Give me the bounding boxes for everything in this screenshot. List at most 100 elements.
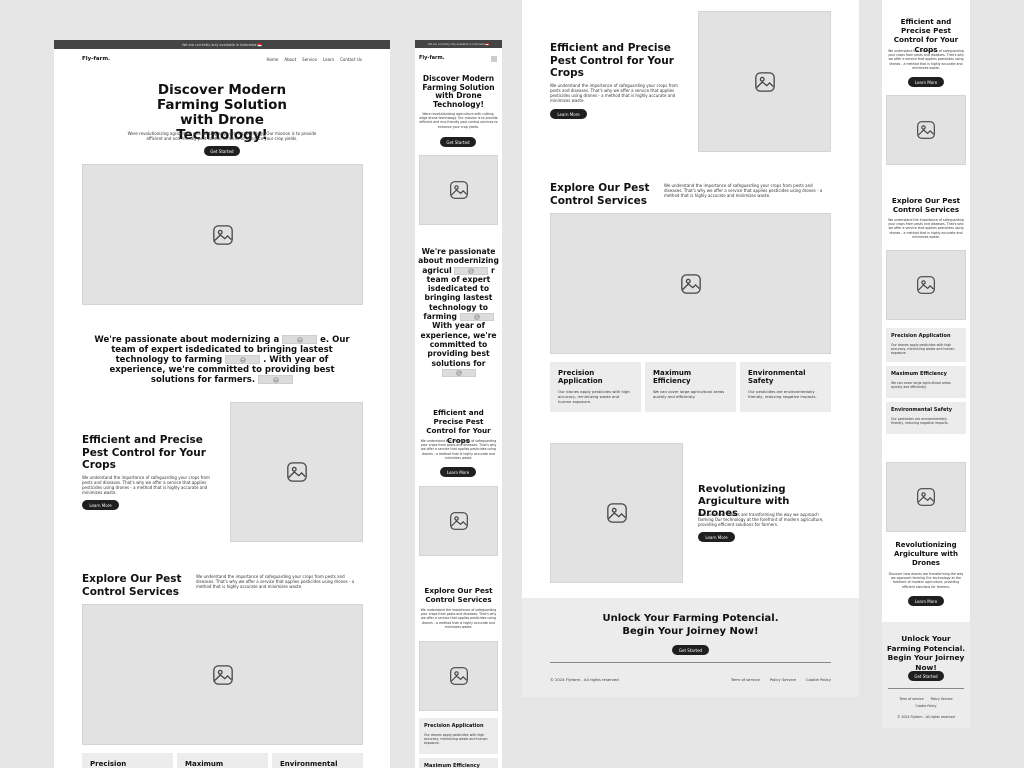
footer-divider	[550, 662, 831, 663]
availability-banner: We are currently only available in Indon…	[54, 40, 390, 49]
explore-text: We understand the importance of safeguar…	[664, 183, 823, 198]
explore-image-placeholder	[550, 213, 831, 354]
explore-image-placeholder	[82, 604, 363, 745]
feature-text: Our drones apply pesticides with high ac…	[891, 343, 955, 356]
feature-text: Our drones apply pesticides with high ac…	[558, 389, 630, 404]
hero-text: Were revolutionizing agriculture with cu…	[127, 131, 317, 141]
nav-home[interactable]: Home	[267, 57, 279, 62]
revolution-title: Revolutionizing Argiculture with Drones	[894, 541, 958, 567]
image-icon	[680, 273, 701, 294]
feature-title: Maximum Efficiency	[891, 371, 947, 377]
explore-text: We understand the importance of safeguar…	[196, 574, 355, 589]
pest-title: Efficient and Precise Pest Control for Y…	[82, 434, 206, 471]
revolution-learn-more-button[interactable]: Learn More	[698, 532, 735, 542]
feature-title: Maximum Efficiency	[424, 763, 480, 768]
nav-learn[interactable]: Learn	[323, 57, 334, 62]
pest-learn-more-button[interactable]: Learn More	[82, 500, 119, 510]
inline-image-chip	[225, 355, 261, 364]
explore-title: Explore Our Pest Control Services	[891, 196, 961, 215]
hero-image-placeholder	[419, 155, 498, 225]
footer-link-cookie[interactable]: Cookie Policy	[806, 677, 831, 682]
pest-text: We understand the importance of safeguar…	[82, 475, 210, 495]
feature-card: Maximum Efficiency	[419, 758, 498, 768]
explore-image-placeholder	[886, 250, 966, 320]
image-icon	[212, 224, 233, 245]
feature-title: Environmental Safety	[748, 369, 806, 385]
pest-image-placeholder	[886, 95, 966, 165]
cta-title: Unlock Your Farming Potencial. Begin You…	[602, 613, 779, 637]
footer-copyright: © 2024 Flyfarm - All rights reserved	[550, 677, 619, 682]
nav-service[interactable]: Service	[302, 57, 317, 62]
explore-title: Explore Our Pest Control Services	[82, 573, 182, 598]
explore-text: We understand the importance of safeguar…	[420, 608, 497, 629]
passion-text-2: a	[273, 335, 280, 345]
feature-card: Precision Application	[82, 753, 173, 768]
feature-title: Maximum Efficiency	[185, 760, 224, 768]
pest-learn-more-button[interactable]: Learn More	[908, 77, 944, 87]
pest-image-placeholder	[230, 402, 363, 542]
feature-text: We can cover large agricultural areas qu…	[653, 389, 725, 399]
explore-title: Explore Our Pest Control Services	[550, 182, 650, 207]
feature-text: Our pesticides are environmentally frien…	[891, 417, 949, 426]
image-icon	[212, 664, 233, 685]
footer-link-terms[interactable]: Term of service	[899, 697, 923, 701]
hamburger-menu-icon[interactable]	[491, 56, 497, 62]
feature-card: Precision Application Our drones apply p…	[419, 718, 498, 754]
pest-learn-more-button[interactable]: Learn More	[440, 467, 476, 477]
image-icon	[754, 71, 775, 92]
cta-section: Unlock Your Farming Potencial. Begin You…	[522, 598, 859, 697]
passion-text-3: With year of experience, we're committed…	[420, 321, 497, 368]
feature-card: Environmental Safety Our pesticides are …	[886, 402, 966, 434]
availability-banner: We are currently only available in Indon…	[415, 40, 502, 48]
footer-link-terms[interactable]: Term of service	[731, 677, 760, 682]
mobile-services-frame: Efficient and Precise Pest Control for Y…	[882, 0, 970, 728]
feature-title: Environmental Safety	[280, 760, 338, 768]
hero-title: Discover Modern Farming Solution with Dr…	[422, 74, 495, 109]
image-icon	[917, 276, 935, 294]
banner-text: We are currently only available in Indon…	[428, 42, 489, 46]
feature-text: Our pesticides are environmentally frien…	[748, 389, 817, 399]
feature-text: We can cover large agricultural areas qu…	[891, 381, 951, 390]
explore-title: Explore Our Pest Control Services	[424, 586, 493, 605]
pest-learn-more-button[interactable]: Learn More	[550, 109, 587, 119]
footer-links: Term of service Policy Service Cookie Po…	[731, 677, 831, 682]
feature-card: Environmental Safety Our pesticides are …	[740, 362, 831, 412]
hero-get-started-button[interactable]: Get Started	[204, 146, 240, 156]
image-icon	[449, 181, 468, 199]
pest-text: We understand the importance of safeguar…	[888, 49, 964, 70]
pest-text: We understand the importance of safeguar…	[550, 83, 678, 103]
desktop-services-frame: Efficient and Precise Pest Control for Y…	[522, 0, 859, 697]
feature-title: Precision Application	[558, 369, 603, 385]
footer-link-cookie[interactable]: Cookie Policy	[915, 704, 936, 708]
explore-image-placeholder	[419, 641, 498, 711]
cta-get-started-button[interactable]: Get Started	[672, 645, 709, 655]
logo[interactable]: Fly-farm.	[419, 55, 445, 61]
feature-title: Precision Application	[90, 760, 127, 768]
image-icon	[449, 667, 468, 685]
revolution-learn-more-button[interactable]: Learn More	[908, 596, 944, 606]
inline-image-chip	[459, 313, 494, 322]
cta-get-started-button[interactable]: Get Started	[908, 671, 944, 681]
image-icon	[286, 462, 307, 482]
revolution-text: Discover how drones are transforming the…	[888, 572, 964, 589]
image-icon	[449, 512, 468, 530]
hero-get-started-button[interactable]: Get Started	[440, 137, 476, 147]
inline-image-chip	[282, 335, 318, 344]
mobile-home-frame: We are currently only available in Indon…	[415, 40, 502, 768]
passion-statement: We're passionate about modernizing a e. …	[90, 335, 354, 385]
logo[interactable]: Fly-farm.	[82, 56, 110, 62]
main-nav: Home About Service Learn Contact Us	[267, 57, 362, 62]
nav-contact[interactable]: Contact Us	[340, 57, 362, 62]
inline-image-chip	[454, 266, 489, 275]
nav-about[interactable]: About	[284, 57, 296, 62]
feature-card: Maximum Efficiency We can cover large ag…	[645, 362, 736, 412]
footer-copyright: © 2024 Flyfarm - All rights reserved	[897, 715, 955, 719]
desktop-home-frame: We are currently only available in Indon…	[54, 40, 390, 768]
footer-link-policy[interactable]: Policy Service	[770, 677, 796, 682]
footer-link-policy[interactable]: Policy Service	[931, 697, 953, 701]
feature-title: Environmental Safety	[891, 407, 952, 413]
passion-statement: We're passionate about modernizing agric…	[418, 247, 499, 377]
image-icon	[606, 503, 627, 523]
passion-text-1: We're passionate about modernizing	[94, 335, 271, 345]
hero-text: Were revolutionizing agriculture with cu…	[419, 112, 498, 129]
